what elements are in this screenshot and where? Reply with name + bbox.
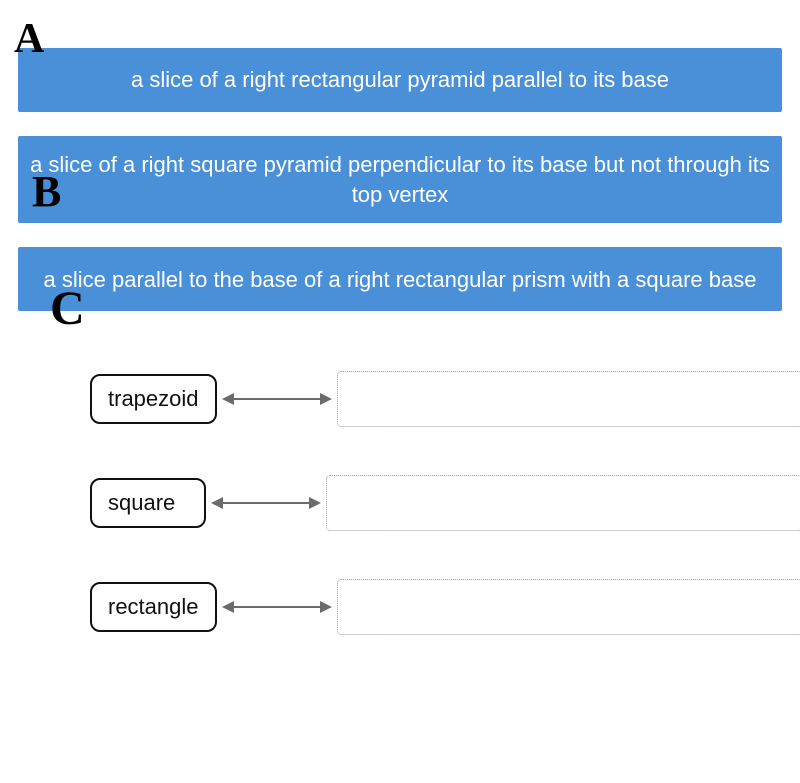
- match-row-2: square: [90, 475, 800, 531]
- hand-label-c: C: [50, 285, 85, 333]
- prompt-text-a: a slice of a right rectangular pyramid p…: [131, 65, 669, 95]
- double-arrow-icon: [217, 596, 337, 618]
- drop-zone-1[interactable]: [337, 371, 800, 427]
- prompt-text-c: a slice parallel to the base of a right …: [44, 265, 757, 295]
- prompt-box-c[interactable]: a slice parallel to the base of a right …: [18, 247, 782, 311]
- answer-label-3: rectangle: [108, 594, 199, 619]
- answer-chip-square[interactable]: square: [90, 478, 206, 528]
- answer-chip-rectangle[interactable]: rectangle: [90, 582, 217, 632]
- match-row-1: trapezoid: [90, 371, 800, 427]
- double-arrow-icon: [217, 388, 337, 410]
- answer-label-2: square: [108, 490, 175, 515]
- drop-zone-2[interactable]: [326, 475, 800, 531]
- prompt-group-a: A a slice of a right rectangular pyramid…: [18, 48, 782, 112]
- answer-label-1: trapezoid: [108, 386, 199, 411]
- match-area: trapezoid square: [0, 371, 800, 635]
- hand-label-a: A: [14, 18, 44, 60]
- answer-chip-trapezoid[interactable]: trapezoid: [90, 374, 217, 424]
- worksheet-canvas: A a slice of a right rectangular pyramid…: [0, 0, 800, 783]
- prompt-box-b[interactable]: a slice of a right square pyramid perpen…: [18, 136, 782, 223]
- prompt-group-b: B a slice of a right square pyramid perp…: [18, 136, 782, 223]
- hand-label-b: B: [32, 170, 61, 214]
- prompt-group-c: C a slice parallel to the base of a righ…: [18, 247, 782, 311]
- double-arrow-icon: [206, 492, 326, 514]
- drop-zone-3[interactable]: [337, 579, 800, 635]
- match-row-3: rectangle: [90, 579, 800, 635]
- prompt-text-b: a slice of a right square pyramid perpen…: [28, 150, 772, 209]
- prompt-box-a[interactable]: a slice of a right rectangular pyramid p…: [18, 48, 782, 112]
